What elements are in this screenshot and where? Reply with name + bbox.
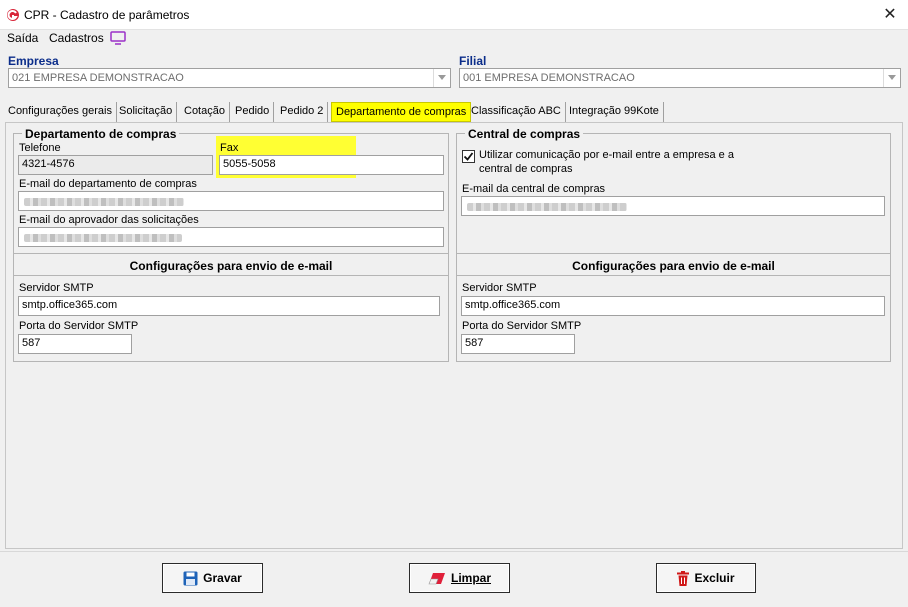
- smtp-heading-departamento: Configurações para envio de e-mail: [129, 259, 333, 273]
- smtp-port-label: Porta do Servidor SMTP: [19, 320, 139, 332]
- limpar-label: Limpar: [450, 571, 491, 585]
- telefone-label: Telefone: [19, 142, 61, 154]
- eraser-icon: [428, 572, 445, 584]
- footer-divider: [0, 551, 908, 552]
- empresa-dropdown-button[interactable]: [433, 69, 450, 87]
- tab-departamento-de-compras[interactable]: Departamento de compras: [331, 102, 472, 122]
- filial-label: Filial: [459, 54, 487, 68]
- filial-value: 001 EMPRESA DEMONSTRACAO: [463, 72, 635, 84]
- tab-solicitacao[interactable]: Solicitação: [115, 102, 178, 122]
- central-smtp-port-field[interactable]: 587: [461, 334, 575, 354]
- divider: [456, 253, 891, 254]
- central-email-checkbox[interactable]: [462, 150, 475, 163]
- tab-classificacao-abc[interactable]: Classificação ABC: [467, 102, 566, 122]
- app-logo-icon: [7, 9, 19, 21]
- filial-select[interactable]: 001 EMPRESA DEMONSTRACAO: [459, 68, 901, 88]
- divider: [456, 275, 891, 276]
- chevron-down-icon: [888, 75, 896, 80]
- menu-bar: [0, 30, 908, 49]
- limpar-button[interactable]: Limpar: [409, 563, 510, 593]
- monitor-icon[interactable]: [110, 30, 126, 46]
- smtp-server-label: Servidor SMTP: [19, 282, 94, 294]
- email-aprovador-label: E-mail do aprovador das solicitações: [19, 214, 199, 226]
- window-title: CPR - Cadastro de parâmetros: [24, 8, 190, 22]
- filial-dropdown-button[interactable]: [883, 69, 900, 87]
- tab-cotacao[interactable]: Cotação: [180, 102, 230, 122]
- empresa-select[interactable]: 021 EMPRESA DEMONSTRACAO: [8, 68, 451, 88]
- tab-pedido-2[interactable]: Pedido 2: [276, 102, 329, 122]
- menu-cadastros[interactable]: Cadastros: [49, 31, 104, 45]
- empresa-label: Empresa: [8, 54, 59, 68]
- central-smtp-server-field[interactable]: smtp.office365.com: [461, 296, 885, 316]
- menu-saida[interactable]: Saída: [7, 31, 38, 45]
- divider: [13, 275, 449, 276]
- empresa-value: 021 EMPRESA DEMONSTRACAO: [12, 72, 184, 84]
- gravar-button[interactable]: Gravar: [162, 563, 263, 593]
- central-checkbox-label-1: Utilizar comunicação por e-mail entre a …: [479, 149, 734, 161]
- smtp-server-field[interactable]: smtp.office365.com: [18, 296, 440, 316]
- smtp-port-field[interactable]: 587: [18, 334, 132, 354]
- central-smtp-port-label: Porta do Servidor SMTP: [462, 320, 582, 332]
- gravar-label: Gravar: [203, 571, 242, 585]
- email-aprovador-field[interactable]: [18, 227, 444, 247]
- trash-icon: [677, 570, 690, 586]
- close-button[interactable]: ✕: [878, 4, 902, 26]
- tab-integracao-99kote[interactable]: Integração 99Kote: [565, 102, 664, 122]
- tab-pedido[interactable]: Pedido: [231, 102, 275, 122]
- fax-field[interactable]: 5055-5058: [219, 155, 444, 175]
- checkmark-icon: [463, 152, 474, 161]
- email-central-field[interactable]: [461, 196, 885, 216]
- tab-configuracoes-gerais[interactable]: Configurações gerais: [4, 102, 117, 122]
- telefone-field[interactable]: 4321-4576: [18, 155, 213, 175]
- divider: [13, 253, 449, 254]
- email-central-label: E-mail da central de compras: [462, 183, 606, 195]
- floppy-disk-icon: [183, 571, 198, 585]
- central-checkbox-label-2: central de compras: [479, 163, 573, 175]
- redacted-email: [467, 203, 627, 211]
- redacted-email: [24, 198, 184, 206]
- excluir-label: Excluir: [694, 571, 735, 585]
- fax-label: Fax: [220, 142, 239, 154]
- excluir-button[interactable]: Excluir: [656, 563, 756, 593]
- email-departamento-label: E-mail do departamento de compras: [19, 178, 197, 190]
- chevron-down-icon: [438, 75, 446, 80]
- central-smtp-server-label: Servidor SMTP: [462, 282, 537, 294]
- email-departamento-field[interactable]: [18, 191, 444, 211]
- central-title: Central de compras: [465, 127, 584, 141]
- redacted-email: [24, 234, 182, 242]
- smtp-heading-central: Configurações para envio de e-mail: [572, 259, 775, 273]
- departamento-title: Departamento de compras: [22, 127, 180, 141]
